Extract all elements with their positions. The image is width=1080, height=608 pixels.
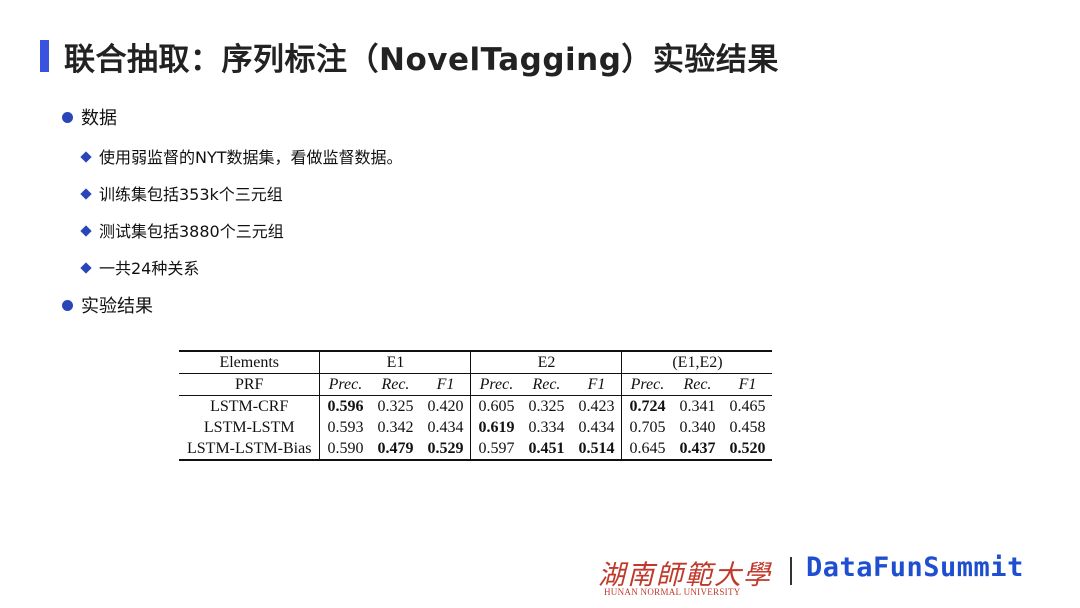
table-cell: 0.420 xyxy=(420,395,471,417)
table-cell: 0.645 xyxy=(621,438,673,461)
table-cell: 0.325 xyxy=(370,395,421,417)
table-cell: 0.434 xyxy=(578,418,615,436)
page-title: 联合抽取：序列标注（NovelTagging）实验结果 xyxy=(64,42,779,78)
metric-header: Rec. xyxy=(672,373,723,396)
table-cell: 0.514 xyxy=(571,438,622,461)
table-cell: 0.451 xyxy=(521,438,572,461)
table-cell: 0.334 xyxy=(528,418,565,436)
table-cell: 0.458 xyxy=(729,418,766,436)
table-group-header: E2 xyxy=(470,350,622,374)
bullet-dot-icon xyxy=(62,111,73,123)
table-header-row: Elements E1 E2 (E1,E2) xyxy=(179,350,773,374)
table-cell: 0.465 xyxy=(722,395,773,417)
metric-header: F1 xyxy=(722,373,773,396)
table-row: LSTM-LSTM-Bias 0.590 0.479 0.529 0.597 0… xyxy=(179,438,773,461)
table-cell: 0.619 xyxy=(470,417,522,438)
sub-bullet-relations: 一共24种关系 xyxy=(80,255,200,279)
sub-bullet-text: 训练集包括353k个三元组 xyxy=(99,185,283,204)
metric-header: F1 xyxy=(571,373,622,396)
metric-header: F1 xyxy=(420,373,471,396)
sub-bullet-text: 测试集包括3880个三元组 xyxy=(99,222,284,241)
results-table: Elements E1 E2 (E1,E2) PRF Prec. Rec. F1… xyxy=(179,350,773,461)
table-cell: 0.705 xyxy=(621,417,673,438)
table-group-header: E1 xyxy=(319,350,471,374)
table-cell: 0.341 xyxy=(672,395,723,417)
table-row: LSTM-LSTM 0.593 0.342 0.434 0.619 0.334 … xyxy=(179,417,772,438)
table-cell: 0.437 xyxy=(672,438,723,461)
row-name: LSTM-LSTM-Bias xyxy=(179,438,320,461)
bullet-data: 数据 xyxy=(62,104,117,130)
table-row: LSTM-CRF 0.596 0.325 0.420 0.605 0.325 0… xyxy=(179,395,773,417)
bullet-results-label: 实验结果 xyxy=(81,296,153,317)
bullet-data-label: 数据 xyxy=(81,108,117,129)
brand-logo: DataFunSummit xyxy=(806,552,1024,583)
diamond-bullet-icon xyxy=(80,224,92,237)
table-sub-header: PRF xyxy=(179,373,320,396)
diamond-bullet-icon xyxy=(80,150,92,163)
bullet-dot-icon xyxy=(62,299,73,311)
metric-header: Prec. xyxy=(621,373,673,396)
sub-bullet-test: 测试集包括3880个三元组 xyxy=(80,218,284,242)
table-cell: 0.479 xyxy=(370,438,421,461)
table-subheader-row: PRF Prec. Rec. F1 Prec. Rec. F1 Prec. Re… xyxy=(179,373,773,396)
university-logo-en: HUNAN NORMAL UNIVERSITY xyxy=(604,587,741,597)
sub-bullet-text: 一共24种关系 xyxy=(99,259,200,278)
table-cell: 0.520 xyxy=(722,438,773,461)
row-name: LSTM-CRF xyxy=(179,395,320,417)
table-cell: 0.423 xyxy=(571,395,622,417)
table-cell: 0.724 xyxy=(621,395,673,417)
metric-header: Rec. xyxy=(370,373,421,396)
table-cell: 0.597 xyxy=(470,438,522,461)
table-cell: 0.605 xyxy=(470,395,522,417)
sub-bullet-train: 训练集包括353k个三元组 xyxy=(80,181,283,205)
sub-bullet-text: 使用弱监督的NYT数据集，看做监督数据。 xyxy=(99,148,403,167)
metric-header: Rec. xyxy=(521,373,572,396)
diamond-bullet-icon xyxy=(80,261,92,274)
metric-header: Prec. xyxy=(470,373,522,396)
metric-header: Prec. xyxy=(319,373,371,396)
bullet-results: 实验结果 xyxy=(62,292,153,318)
title-accent-bar xyxy=(40,40,49,72)
table-cell: 0.593 xyxy=(319,417,371,438)
sub-bullet-dataset: 使用弱监督的NYT数据集，看做监督数据。 xyxy=(80,144,403,168)
row-name: LSTM-LSTM xyxy=(203,418,295,436)
table-cell: 0.596 xyxy=(319,395,371,417)
table-cell: 0.325 xyxy=(521,395,572,417)
table-cell: 0.340 xyxy=(679,418,716,436)
table-col-header: Elements xyxy=(179,350,320,374)
footer-divider xyxy=(790,557,792,585)
diamond-bullet-icon xyxy=(80,187,92,200)
table-cell: 0.342 xyxy=(377,418,414,436)
table-cell: 0.434 xyxy=(427,418,464,436)
table-group-header: (E1,E2) xyxy=(621,350,773,374)
table-cell: 0.529 xyxy=(420,438,471,461)
table-cell: 0.590 xyxy=(319,438,371,461)
